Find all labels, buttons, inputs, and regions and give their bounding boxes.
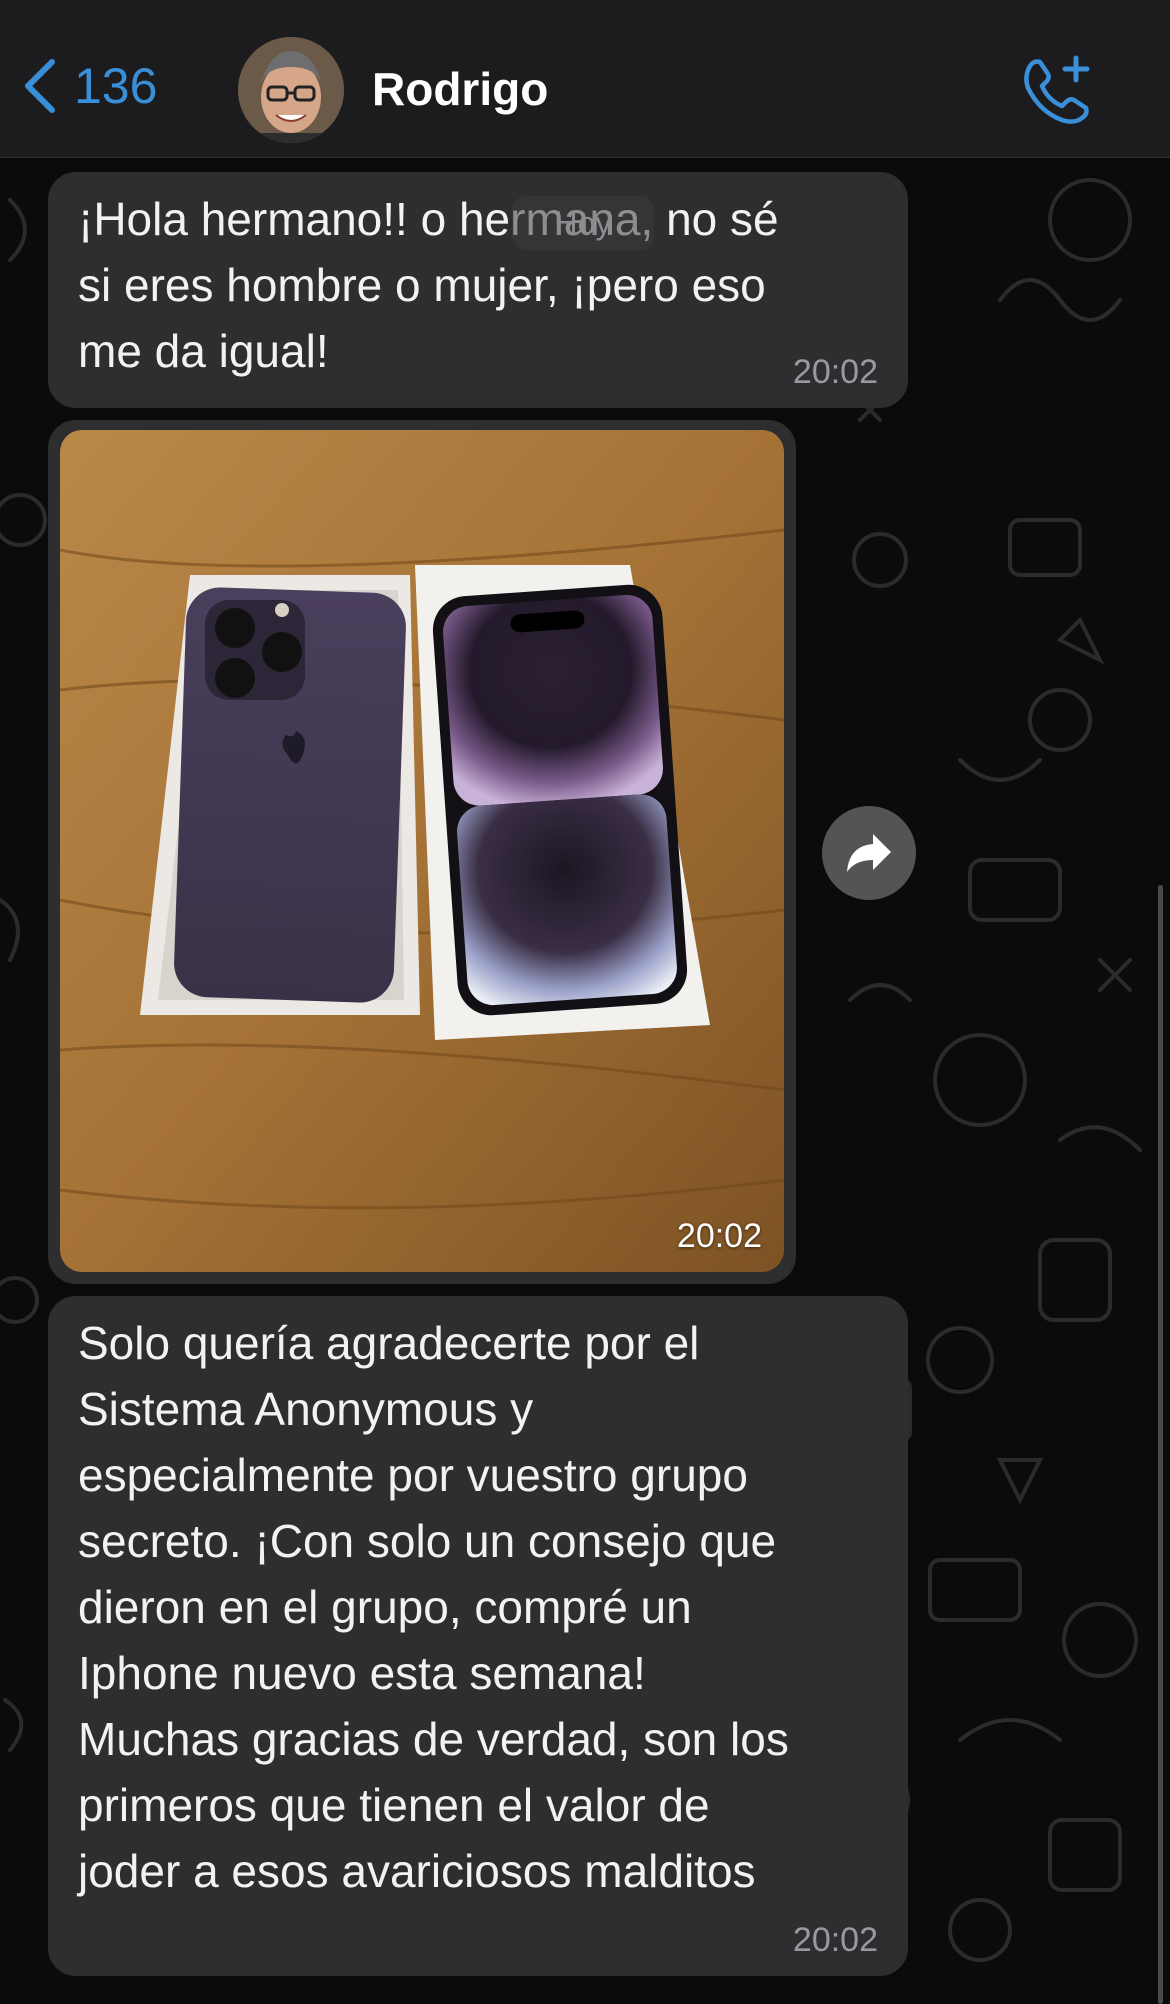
photo-time: 20:02 xyxy=(676,1217,762,1255)
message-text: Solo quería agradecerte por el Sistema A… xyxy=(78,1317,789,1897)
chevron-left-icon xyxy=(25,59,55,113)
chat-header: 136 Rodrigo xyxy=(0,0,1170,158)
message-time: 20:02 xyxy=(792,1921,878,1959)
message-photo[interactable]: 20:02 xyxy=(60,430,784,1272)
avatar[interactable] xyxy=(238,37,344,143)
unread-count: 136 xyxy=(74,58,158,114)
image-message-bubble[interactable]: 20:02 xyxy=(48,420,796,1284)
message-text: ¡Hola hermano!! o hermana, no sé si eres… xyxy=(78,193,779,377)
add-call-icon xyxy=(1024,55,1090,124)
back-button[interactable]: 136 xyxy=(22,58,157,114)
message-bubble[interactable]: Solo quería agradecerte por el Sistema A… xyxy=(48,1296,908,1976)
contact-name[interactable]: Rodrigo xyxy=(372,62,548,116)
photo-iphone-box xyxy=(60,430,784,1272)
forward-icon xyxy=(847,834,891,872)
message-bubble[interactable]: ¡Hola hermano!! o hermana, no sé si eres… xyxy=(48,172,908,408)
date-chip: Hoy xyxy=(512,196,654,250)
message-time: 20:02 xyxy=(792,353,878,391)
add-call-button[interactable] xyxy=(1020,52,1092,129)
contact-avatar-image xyxy=(238,37,344,143)
scrollbar[interactable] xyxy=(1158,885,1163,2004)
forward-button[interactable] xyxy=(822,806,916,900)
